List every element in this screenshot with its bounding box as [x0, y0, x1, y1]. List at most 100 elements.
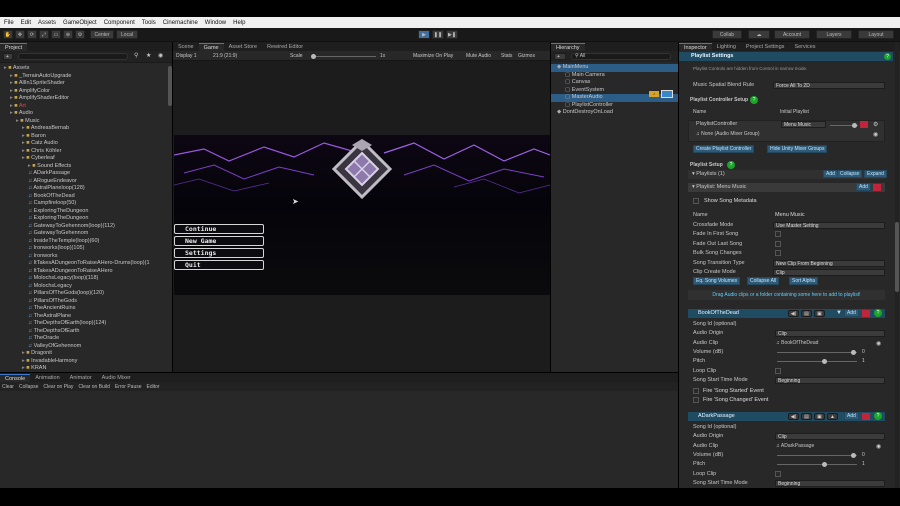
delete-song-icon[interactable]	[862, 413, 870, 420]
menu-item-file[interactable]: File	[4, 20, 14, 26]
menu-item-tools[interactable]: Tools	[142, 20, 156, 26]
playlist-item-add-button[interactable]: Add	[856, 183, 871, 191]
project-tree-item[interactable]: ▸ ■ Baron	[0, 133, 172, 141]
project-tree-item[interactable]: ♫ Ironworks(loop)(105)	[0, 245, 172, 253]
song-field-dropdown[interactable]: Clip	[775, 433, 885, 441]
star-icon[interactable]: ★	[146, 52, 151, 59]
hierarchy-item[interactable]: ◆ MainMenu	[551, 64, 678, 72]
project-tree-item[interactable]: ▸ ■ AmplifyShaderEditor	[0, 95, 172, 103]
tab-hierarchy[interactable]: Hierarchy	[551, 43, 585, 51]
stats-toggle[interactable]: Stats	[501, 53, 512, 59]
custom-tool-icon[interactable]: ⚙	[75, 30, 85, 39]
menu-item-help[interactable]: Help	[233, 20, 245, 26]
pivot-local-button[interactable]: Local	[116, 30, 138, 39]
pc-mixer-picker-icon[interactable]: ◉	[873, 131, 878, 138]
menu-item-edit[interactable]: Edit	[21, 20, 31, 26]
project-tree-item[interactable]: ▸ ■ AmplifyColor	[0, 88, 172, 96]
project-tree-item[interactable]: ▸ ■ _TerrainAutoUpgrade	[0, 73, 172, 81]
field-checkbox[interactable]	[775, 231, 781, 237]
delete-song-icon[interactable]	[862, 310, 870, 317]
collapse-all-button[interactable]: Collapse All	[747, 277, 780, 285]
console-option-clear[interactable]: Clear	[2, 384, 14, 390]
project-tree-item[interactable]: ♫ InsideTheTemple(loop)(60)	[0, 238, 172, 246]
layers-dropdown[interactable]: Layers	[816, 30, 852, 39]
project-tree-item[interactable]: ♫ ARogueEndeavor	[0, 178, 172, 186]
song-field-dropdown[interactable]: Beginning	[775, 376, 885, 384]
sort-alpha-button[interactable]: Sort Alpha	[789, 277, 819, 285]
field-dropdown[interactable]: New Clip From Beginning	[773, 259, 885, 267]
hierarchy-create-button[interactable]: +	[554, 53, 566, 60]
pc-volume-knob[interactable]	[852, 123, 857, 128]
pc-playlist-dropdown[interactable]: Menu Music	[781, 121, 826, 128]
console-option-clear-on-build[interactable]: Clear on Build	[78, 384, 109, 390]
hierarchy-search-input[interactable]: ⚲ All	[571, 53, 671, 60]
hide-mixer-groups-button[interactable]: Hide Unity Mixer Groups	[767, 145, 828, 153]
project-tree-item[interactable]: ▸ ■ Art	[0, 103, 172, 111]
scale-knob[interactable]	[311, 54, 316, 59]
project-tree-item[interactable]: ♫ TheDepthsOfEarth(loop)(124)	[0, 320, 172, 328]
delete-playlist-icon[interactable]	[873, 184, 881, 191]
song-slider[interactable]	[777, 349, 857, 355]
speaker-icon[interactable]: ◀)	[788, 413, 799, 420]
project-search-input[interactable]	[18, 53, 128, 60]
menu-item-window[interactable]: Window	[205, 20, 226, 26]
project-tree-item[interactable]: ♫ ExploringTheDungeon	[0, 208, 172, 216]
tab-lighting[interactable]: Lighting	[712, 43, 741, 51]
move-down-icon[interactable]: ▼	[836, 310, 842, 316]
hierarchy-item[interactable]: ▢ PlaylistController	[551, 102, 678, 110]
playlist-item-header[interactable]: ▾ Playlist: Menu Music Add	[688, 183, 885, 192]
song-slider[interactable]	[777, 462, 857, 468]
menu-item-assets[interactable]: Assets	[38, 20, 56, 26]
continue-button[interactable]: Continue	[174, 224, 264, 234]
pc-volume-slider[interactable]	[830, 123, 858, 128]
step-button[interactable]: ▶❚	[446, 30, 458, 39]
project-tree-item[interactable]: ♫ GatewayToGehennom	[0, 230, 172, 238]
project-tree-item[interactable]: ▸ ■ KRAN	[0, 365, 172, 373]
project-tree-item[interactable]: ♫ TheAstralPlane	[0, 313, 172, 321]
song-add-button[interactable]: Add	[844, 309, 859, 317]
playlist-settings-header[interactable]: Playlist Settings ?	[679, 52, 893, 61]
project-tree-item[interactable]: ▸ ■ Cyberleaf	[0, 155, 172, 163]
project-scrollbar[interactable]	[168, 66, 172, 106]
tab-inspector[interactable]: Inspector	[679, 43, 712, 51]
project-tree-item[interactable]: ▸ ■ Audio	[0, 110, 172, 118]
project-tree-item[interactable]: ▸ ■ Music	[0, 118, 172, 126]
pc-mute-icon[interactable]	[860, 121, 868, 128]
hierarchy-item[interactable]: ▢ Canvas	[551, 79, 678, 87]
create-pc-button[interactable]: Create Playlist Controller	[693, 145, 755, 153]
project-tree-item[interactable]: ▸ ■ Sound Effects	[0, 163, 172, 171]
project-tree-item[interactable]: ♫ TheAncientRuins	[0, 305, 172, 313]
playlist-setup-help-icon[interactable]: ?	[727, 161, 735, 169]
rect-tool-icon[interactable]: ▭	[51, 30, 61, 39]
clip-icon[interactable]: ▤	[801, 310, 812, 317]
clip-picker-icon[interactable]: ◉	[876, 443, 881, 450]
tab-asset-store[interactable]: Asset Store	[224, 43, 262, 51]
project-tree-item[interactable]: ▸ ■ Catz Audio	[0, 140, 172, 148]
transform-tool-icon[interactable]: ⊕	[63, 30, 73, 39]
project-tree-item[interactable]: ▸ ■ InvadableHarmony	[0, 358, 172, 366]
song-slider[interactable]	[777, 359, 857, 365]
display-dropdown[interactable]: Display 1	[176, 53, 197, 59]
tab-console[interactable]: Console	[0, 374, 31, 382]
show-meta-checkbox[interactable]	[693, 198, 699, 204]
maximize-toggle[interactable]: Maximize On Play	[413, 53, 453, 59]
game-viewport[interactable]: ➤	[174, 135, 550, 295]
playlists-collapse-button[interactable]: Collapse	[837, 170, 863, 178]
song-slider-knob[interactable]	[821, 359, 827, 365]
folder-browse-icon[interactable]: ▣	[814, 413, 825, 420]
create-plus-button[interactable]: +	[3, 53, 13, 60]
project-tree-item[interactable]: ♫ Campfireloop(50)	[0, 200, 172, 208]
drag-clip-dropzone[interactable]: Drag Audio clips or a folder containing …	[688, 290, 885, 300]
project-tree-item[interactable]: ♫ ItTakesADungeonToRaiseAHero-Drums(loop…	[0, 260, 172, 268]
event-checkbox[interactable]	[693, 397, 699, 404]
eq-song-volumes-button[interactable]: Eq. Song Volumes	[693, 277, 741, 285]
project-tree-item[interactable]: ♫ Ironworks	[0, 253, 172, 261]
field-dropdown[interactable]: Use Master Setting	[773, 221, 885, 229]
console-option-editor[interactable]: Editor	[147, 384, 160, 390]
pc-setup-help-icon[interactable]: ?	[750, 96, 758, 104]
account-dropdown[interactable]: Account	[774, 30, 810, 39]
song-slider-knob[interactable]	[821, 462, 827, 468]
new-game-button[interactable]: New Game	[174, 236, 264, 246]
layout-dropdown[interactable]: Layout	[858, 30, 894, 39]
project-tree-item[interactable]: ♫ BookOfTheDead	[0, 193, 172, 201]
